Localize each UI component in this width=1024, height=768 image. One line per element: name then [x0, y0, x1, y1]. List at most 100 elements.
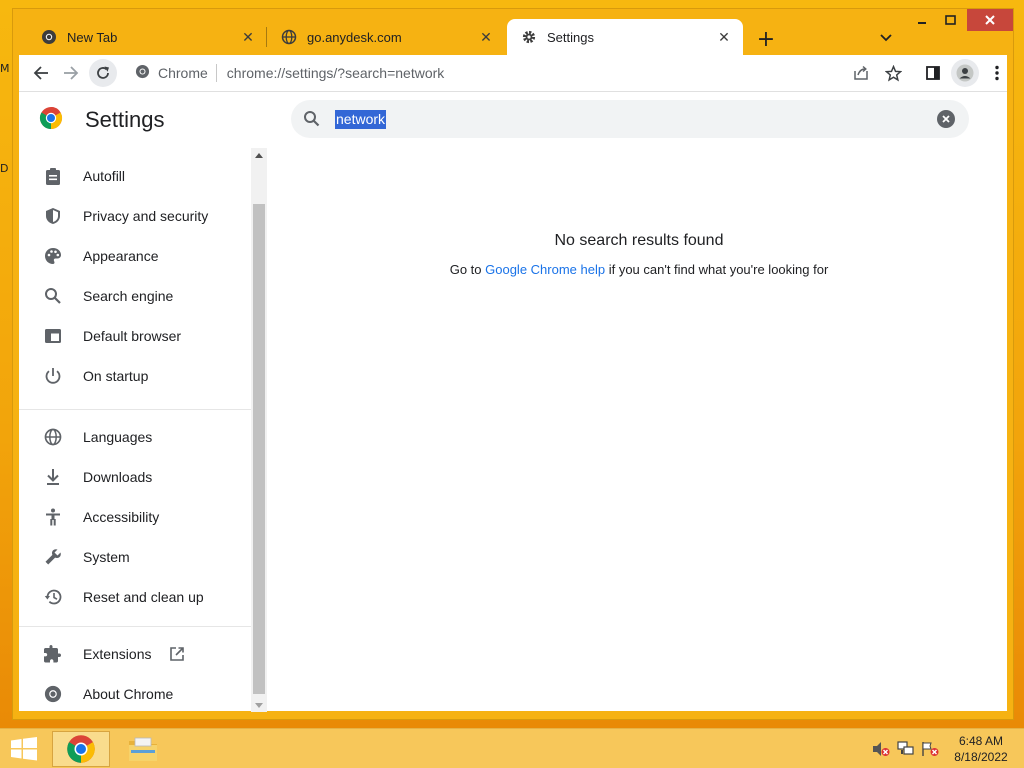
- chrome-icon: [135, 64, 150, 82]
- settings-sidebar: Autofill Privacy and security Appearance…: [19, 148, 267, 712]
- file-explorer-icon[interactable]: [118, 731, 168, 767]
- sidebar-item-languages[interactable]: Languages: [19, 417, 259, 457]
- clear-search-icon[interactable]: [937, 110, 955, 128]
- sidebar-divider: [19, 626, 255, 627]
- search-results-area: No search results found Go to Google Chr…: [279, 232, 999, 277]
- scroll-down-arrow-icon[interactable]: [251, 698, 267, 712]
- wrench-icon: [43, 547, 63, 567]
- close-tab-icon[interactable]: ✕: [239, 28, 257, 46]
- desktop-icon-label-fragment: M: [0, 62, 10, 75]
- help-prefix-text: Go to: [449, 262, 486, 277]
- sidebar-item-label: Downloads: [83, 469, 153, 485]
- address-bar[interactable]: Chrome chrome://settings/?search=network: [129, 59, 929, 87]
- help-suffix-text: if you can't find what you're looking fo…: [605, 262, 829, 277]
- sidebar-item-label: Autofill: [83, 168, 126, 184]
- close-tab-icon[interactable]: ✕: [715, 28, 733, 46]
- sidebar-item-privacy[interactable]: Privacy and security: [19, 196, 259, 236]
- chevron-down-icon[interactable]: [875, 27, 897, 49]
- speaker-muted-icon[interactable]: [872, 741, 890, 757]
- chrome-logo-icon: [39, 106, 63, 135]
- sidebar-item-label: Search engine: [83, 288, 174, 304]
- sidebar-item-appearance[interactable]: Appearance: [19, 236, 259, 276]
- search-input[interactable]: network: [335, 110, 387, 129]
- desktop-icon-label-fragment: D: [0, 162, 9, 175]
- puzzle-icon: [43, 644, 63, 664]
- scroll-up-arrow-icon[interactable]: [251, 148, 267, 162]
- sidebar-item-label: Languages: [83, 429, 153, 445]
- maximize-button[interactable]: [937, 9, 963, 31]
- clock-date: 8/18/2022: [954, 750, 1008, 764]
- network-icon[interactable]: [897, 741, 915, 757]
- sidebar-item-label: On startup: [83, 368, 149, 384]
- power-icon: [43, 366, 63, 386]
- sidebar-item-extensions[interactable]: Extensions: [19, 634, 259, 674]
- sidebar-item-label: Default browser: [83, 328, 182, 344]
- clock-time: 6:48 AM: [958, 734, 1004, 748]
- accessibility-icon: [43, 507, 63, 527]
- sidebar-item-reset[interactable]: Reset and clean up: [19, 577, 259, 617]
- sidebar-scrollbar[interactable]: [251, 148, 267, 712]
- browser-toolbar: Chrome chrome://settings/?search=network: [19, 55, 1007, 91]
- profile-avatar-icon[interactable]: [951, 59, 979, 87]
- scrollbar-thumb[interactable]: [253, 204, 265, 694]
- settings-header: Settings: [39, 106, 165, 134]
- sidebar-item-on-startup[interactable]: On startup: [19, 356, 259, 396]
- reload-icon[interactable]: [89, 59, 117, 87]
- tab-strip: New Tab ✕ go.anydesk.com ✕ Settings ✕ +: [13, 9, 1013, 55]
- settings-search-box[interactable]: network: [291, 100, 969, 138]
- no-results-help-text: Go to Google Chrome help if you can't fi…: [279, 262, 999, 277]
- tab-label: New Tab: [67, 29, 118, 45]
- tab-new-tab[interactable]: New Tab ✕: [27, 19, 267, 55]
- globe-icon: [43, 427, 63, 447]
- tab-anydesk[interactable]: go.anydesk.com ✕: [267, 19, 505, 55]
- back-arrow-icon[interactable]: [27, 59, 55, 87]
- sidebar-item-label: System: [83, 549, 130, 565]
- shield-icon: [43, 206, 63, 226]
- sidebar-item-label: About Chrome: [83, 686, 174, 702]
- sidebar-item-search-engine[interactable]: Search engine: [19, 276, 259, 316]
- side-panel-icon[interactable]: [919, 59, 947, 87]
- sidebar-item-about-chrome[interactable]: About Chrome: [19, 674, 259, 712]
- sidebar-item-accessibility[interactable]: Accessibility: [19, 497, 259, 537]
- chrome-icon: [43, 684, 63, 704]
- sidebar-item-downloads[interactable]: Downloads: [19, 457, 259, 497]
- close-tab-icon[interactable]: ✕: [477, 28, 495, 46]
- windows-start-icon[interactable]: [6, 731, 42, 767]
- page-title: Settings: [85, 107, 165, 132]
- search-icon: [303, 110, 321, 133]
- sidebar-item-label: Reset and clean up: [83, 589, 204, 605]
- menu-kebab-icon[interactable]: [983, 59, 1011, 87]
- minimize-button[interactable]: [909, 9, 935, 31]
- share-icon[interactable]: [847, 59, 875, 87]
- clipboard-icon: [43, 166, 63, 186]
- url-text[interactable]: chrome://settings/?search=network: [227, 65, 445, 81]
- sidebar-item-label: Appearance: [83, 248, 159, 264]
- gear-icon: [521, 29, 537, 45]
- windows-taskbar: 6:48 AM 8/18/2022: [0, 728, 1024, 768]
- site-chip-label: Chrome: [158, 65, 208, 81]
- tab-label: Settings: [547, 29, 594, 45]
- sidebar-divider: [19, 409, 255, 410]
- palette-icon: [43, 246, 63, 266]
- bookmark-star-icon[interactable]: [879, 59, 907, 87]
- taskbar-clock[interactable]: 6:48 AM 8/18/2022: [946, 733, 1016, 765]
- site-info-chip[interactable]: Chrome: [129, 64, 217, 82]
- tab-settings[interactable]: Settings ✕: [507, 19, 743, 55]
- search-icon: [43, 286, 63, 306]
- forward-arrow-icon[interactable]: [57, 59, 85, 87]
- download-icon: [43, 467, 63, 487]
- chrome-window: New Tab ✕ go.anydesk.com ✕ Settings ✕ +: [12, 8, 1014, 720]
- open-in-new-icon: [169, 646, 185, 662]
- sidebar-item-label: Accessibility: [83, 509, 160, 525]
- chrome-help-link[interactable]: Google Chrome help: [485, 262, 605, 277]
- history-icon: [43, 587, 63, 607]
- sidebar-item-autofill[interactable]: Autofill: [19, 156, 259, 196]
- settings-page: Settings network Autofill Privacy and se…: [19, 91, 1007, 712]
- sidebar-item-system[interactable]: System: [19, 537, 259, 577]
- close-window-button[interactable]: [967, 9, 1013, 31]
- action-center-flag-icon[interactable]: [921, 741, 939, 757]
- globe-icon: [281, 29, 297, 45]
- taskbar-chrome-icon[interactable]: [52, 731, 110, 767]
- sidebar-item-default-browser[interactable]: Default browser: [19, 316, 259, 356]
- new-tab-plus-icon[interactable]: +: [753, 26, 779, 52]
